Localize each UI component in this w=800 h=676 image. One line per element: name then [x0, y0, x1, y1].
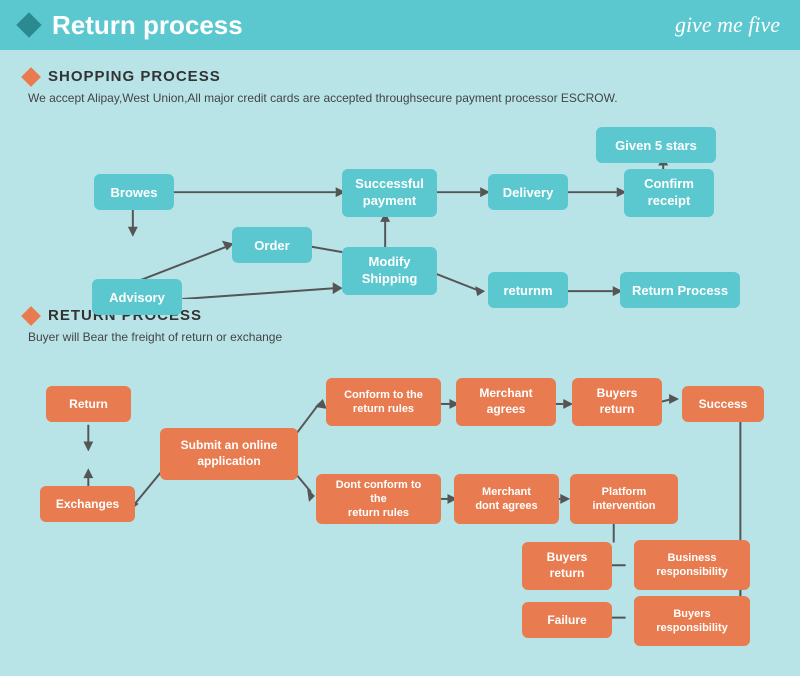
box-submit-application: Submit an onlineapplication [160, 428, 298, 480]
shopping-flow: Browes Order Advisory ModifyShipping Suc… [24, 119, 776, 299]
header-logo: give me five [675, 12, 780, 38]
box-conform-return-rules: Conform to thereturn rules [326, 378, 441, 426]
box-returnm: returnm [488, 272, 568, 308]
header-diamond-icon [16, 12, 41, 37]
box-browes: Browes [94, 174, 174, 210]
header: Return process give me five [0, 0, 800, 50]
box-merchant-agrees: Merchantagrees [456, 378, 556, 426]
box-success: Success [682, 386, 764, 422]
box-confirm-receipt: Confirmreceipt [624, 169, 714, 217]
box-failure: Failure [522, 602, 612, 638]
return-diamond-icon [21, 306, 41, 326]
shopping-title: SHOPPING PROCESS [48, 68, 221, 85]
box-business-responsibility: Businessresponsibility [634, 540, 750, 590]
box-advisory: Advisory [92, 279, 182, 315]
box-buyers-return-1: Buyersreturn [572, 378, 662, 426]
shopping-diamond-icon [21, 67, 41, 87]
box-exchanges: Exchanges [40, 486, 135, 522]
return-description: Buyer will Bear the freight of return or… [28, 330, 776, 344]
box-platform-intervention: Platformintervention [570, 474, 678, 524]
header-title: Return process [52, 10, 243, 41]
box-return: Return [46, 386, 131, 422]
shopping-description: We accept Alipay,West Union,All major cr… [28, 91, 776, 105]
box-return-process: Return Process [620, 272, 740, 308]
box-delivery: Delivery [488, 174, 568, 210]
box-buyers-responsibility: Buyersresponsibility [634, 596, 750, 646]
return-flow: Return Exchanges Submit an onlineapplica… [24, 358, 776, 628]
box-given5stars: Given 5 stars [596, 127, 716, 163]
box-dont-conform-return-rules: Dont conform to thereturn rules [316, 474, 441, 524]
shopping-section-header: SHOPPING PROCESS [24, 68, 776, 85]
box-successful-payment: Successfulpayment [342, 169, 437, 217]
box-merchant-dont-agrees: Merchantdont agrees [454, 474, 559, 524]
box-modify-shipping: ModifyShipping [342, 247, 437, 295]
box-order: Order [232, 227, 312, 263]
box-buyers-return-2: Buyersreturn [522, 542, 612, 590]
